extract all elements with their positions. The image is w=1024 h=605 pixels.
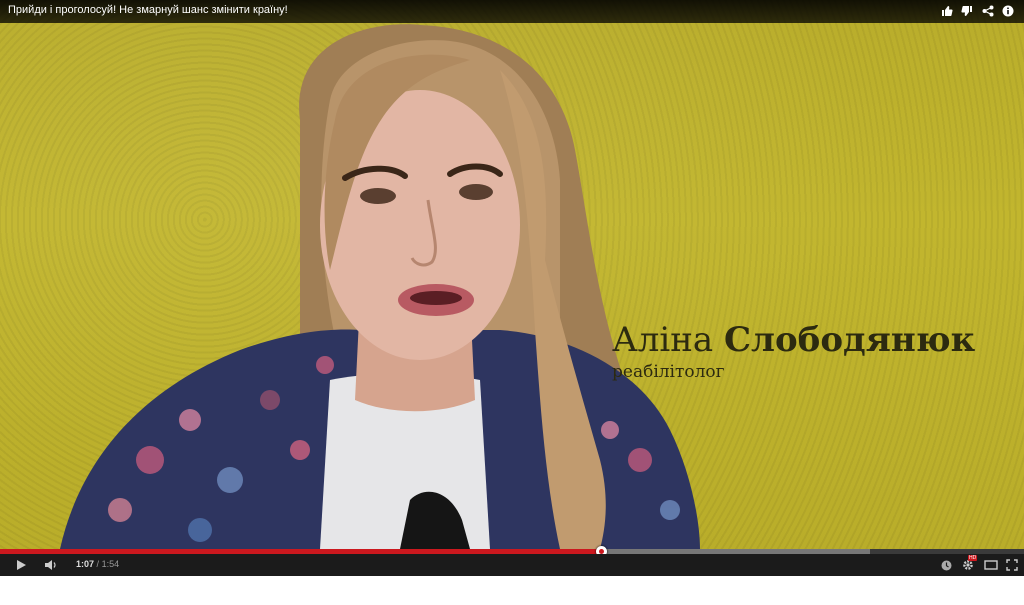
- watch-later-icon[interactable]: [938, 557, 954, 573]
- fullscreen-icon[interactable]: [1004, 557, 1020, 573]
- video-subject: [60, 24, 700, 549]
- lower-third-caption: Аліна Слободянюк реабілітолог: [612, 320, 975, 382]
- speaker-role: реабілітолог: [612, 362, 725, 382]
- duration: 1:54: [101, 559, 120, 569]
- time-separator: /: [96, 559, 100, 569]
- volume-icon[interactable]: [42, 557, 60, 573]
- control-bar: 1:07 / 1:54 HD: [0, 554, 1024, 576]
- current-time: 1:07: [76, 559, 95, 569]
- hd-badge: HD: [968, 555, 978, 561]
- speaker-name: Аліна Слободянюк: [612, 320, 975, 360]
- share-icon[interactable]: [981, 4, 995, 18]
- speaker-last-name: Слободянюк: [723, 320, 976, 360]
- play-icon[interactable]: [12, 557, 30, 573]
- time-display: 1:07 / 1:54: [76, 559, 119, 569]
- title-bar: Прийди і проголосуй! Не змарнуй шанс змі…: [0, 0, 1024, 23]
- thumbs-down-icon[interactable]: [960, 4, 974, 18]
- thumbs-up-icon[interactable]: [940, 4, 954, 18]
- video-player[interactable]: Прийди і проголосуй! Не змарнуй шанс змі…: [0, 0, 1024, 576]
- theater-mode-icon[interactable]: [982, 557, 1000, 573]
- speaker-first-name: Аліна: [612, 320, 714, 360]
- info-icon[interactable]: [1001, 4, 1015, 18]
- video-title[interactable]: Прийди і проголосуй! Не змарнуй шанс змі…: [8, 4, 288, 16]
